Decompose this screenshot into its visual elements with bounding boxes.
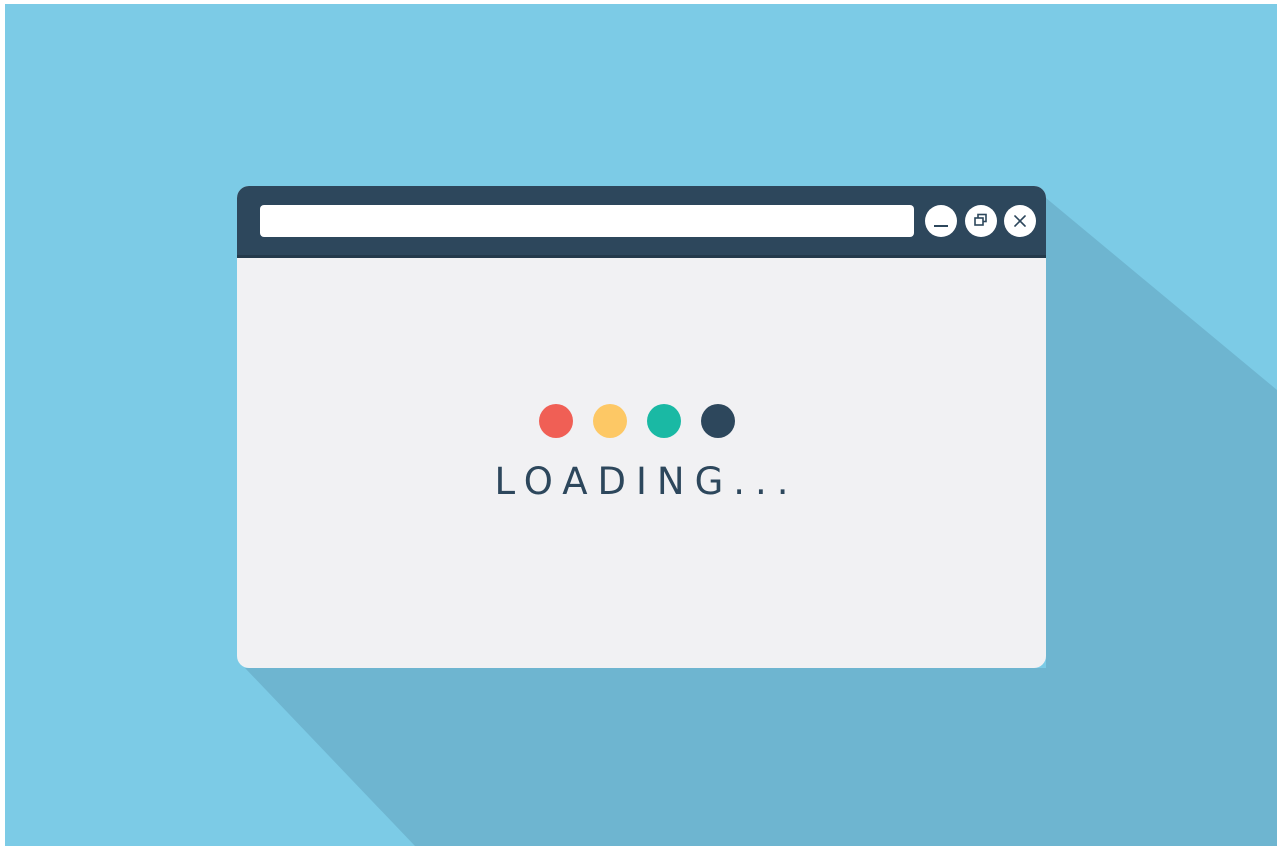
background: LOADING...	[5, 4, 1277, 846]
address-bar[interactable]	[260, 205, 914, 237]
loading-label: LOADING...	[494, 460, 799, 503]
loading-dot-yellow	[593, 404, 627, 438]
browser-window: LOADING...	[237, 186, 1046, 668]
loading-dot-teal	[647, 404, 681, 438]
close-button[interactable]	[1004, 205, 1036, 237]
loading-dot-navy	[701, 404, 735, 438]
restore-icon	[974, 213, 987, 226]
restore-button[interactable]	[965, 205, 997, 237]
minimize-icon	[934, 225, 948, 227]
minimize-button[interactable]	[925, 205, 957, 237]
loading-dot-red	[539, 404, 573, 438]
page-content: LOADING...	[237, 258, 1046, 668]
title-bar	[237, 186, 1046, 255]
close-icon	[1014, 215, 1026, 227]
